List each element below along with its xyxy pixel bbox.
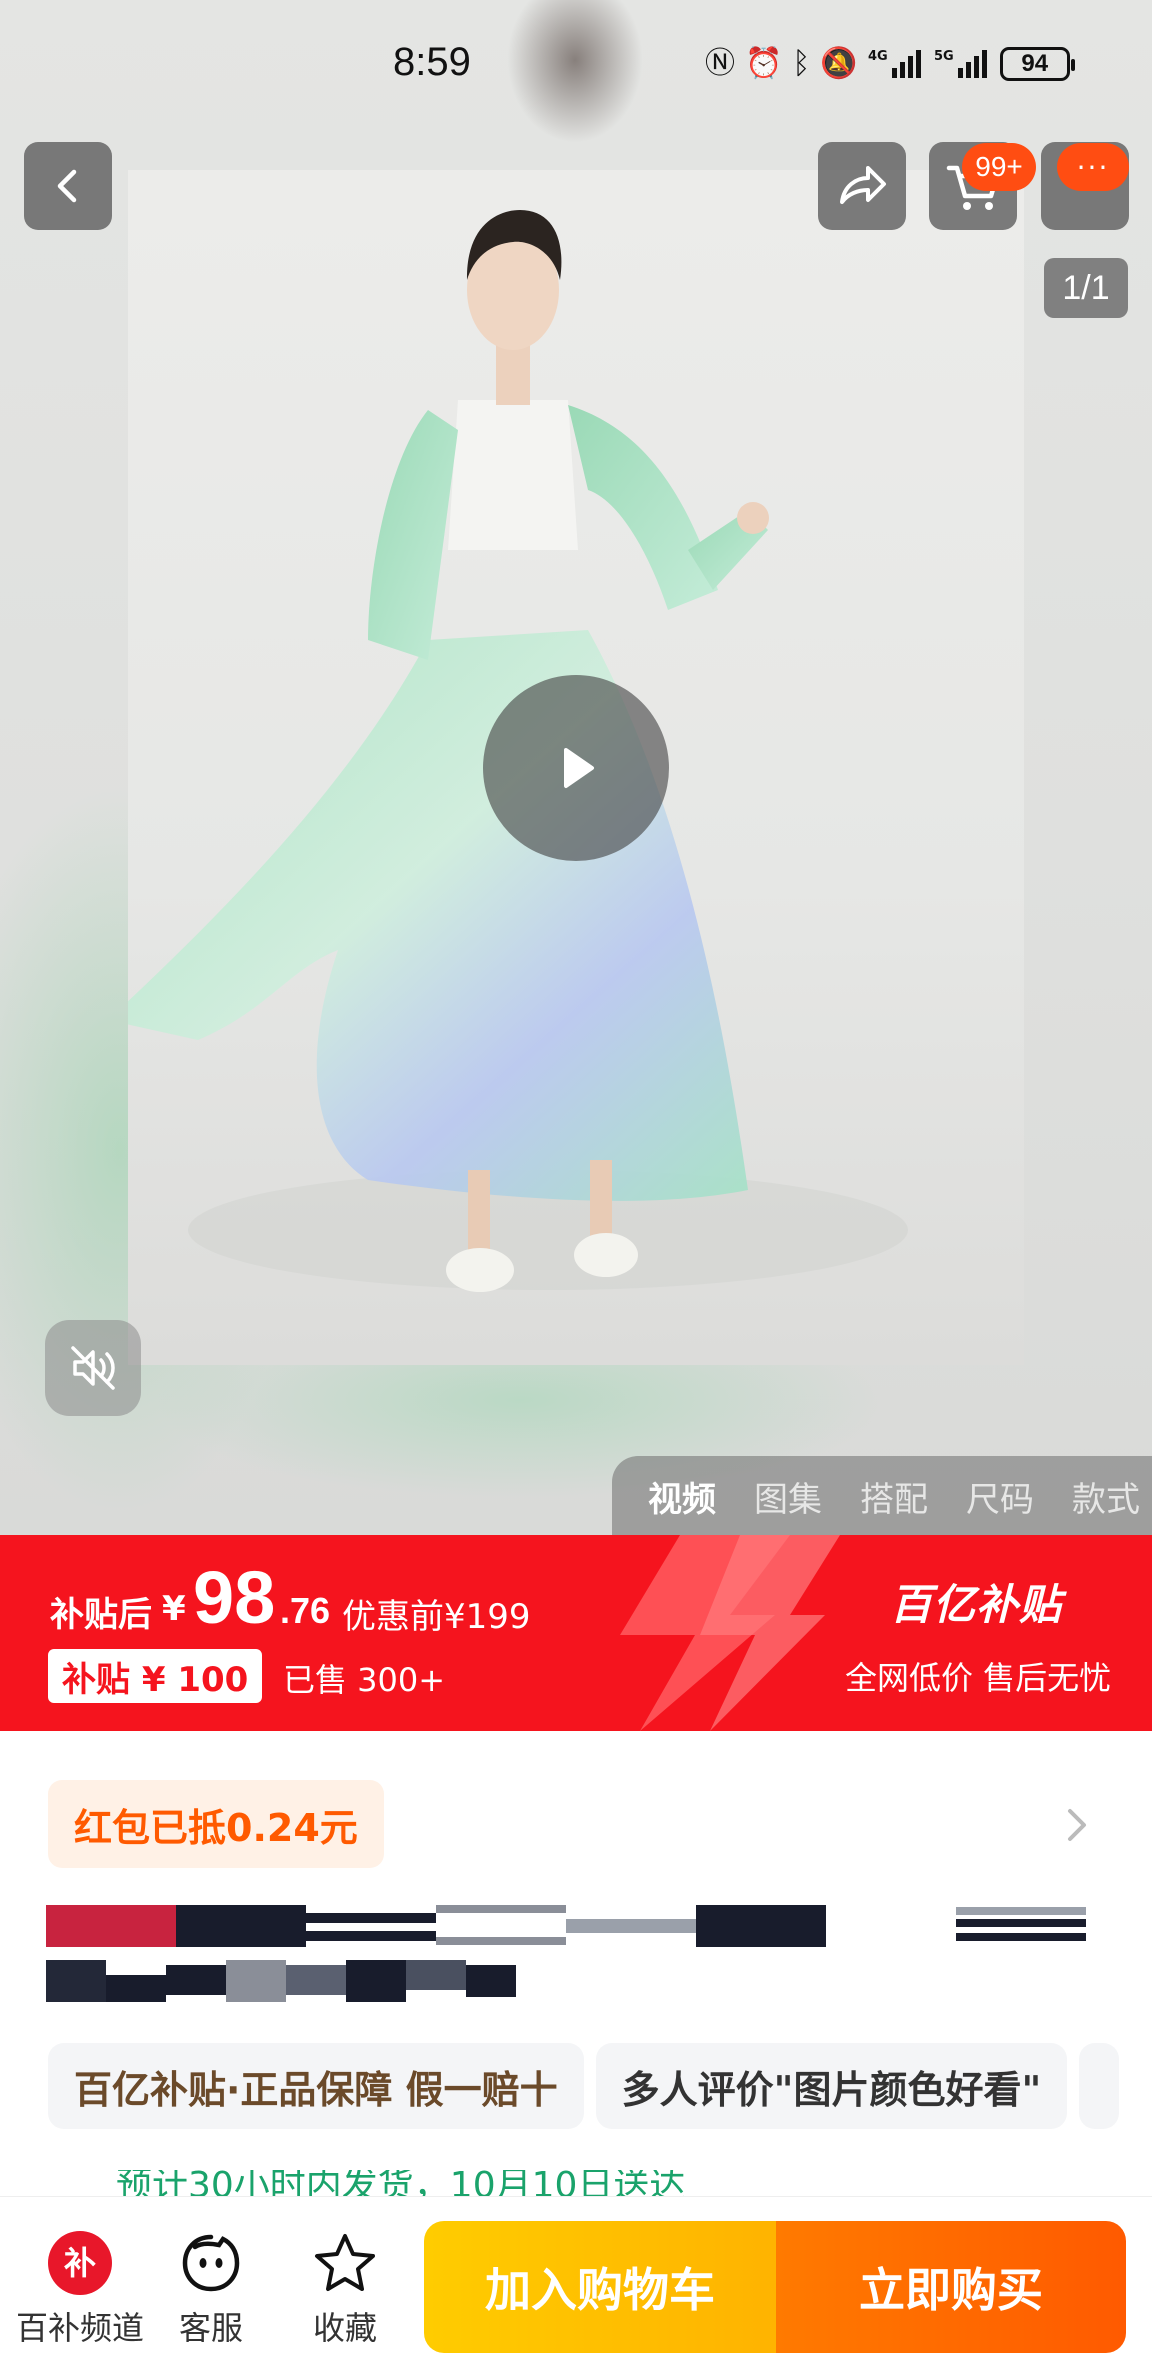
more-badge: ··· [1057,143,1129,191]
coupon-applied-badge[interactable]: 红包已抵0.24元 [48,1780,384,1868]
svg-text:4G: 4G [868,49,888,64]
lightning-bolt-graphic [620,1535,840,1731]
subsidy-channel-button[interactable]: 补 百补频道 [10,2227,150,2349]
subsidy-slogan: 全网低价 售后无忧 [845,1659,1112,1697]
redacted-product-title [46,1905,1086,2002]
nfc-icon: Ⓝ [705,46,735,81]
status-icons: Ⓝ ⏰ ᛒ 🔕 4G 5G 94 [705,44,1075,84]
tab-gallery[interactable]: 图集 [754,1472,822,1521]
chevron-right-icon[interactable] [1062,1805,1092,1845]
service-label: 客服 [178,2309,243,2347]
tag-authentic-guarantee[interactable]: 百亿补贴·正品保障 假一赔十 [48,2043,584,2129]
tab-outfit[interactable]: 搭配 [860,1472,928,1521]
mute-bell-icon: 🔕 [820,46,858,81]
price-banner: 补贴后 ¥ 98 .76 优惠前¥199 补贴 ¥ 100 已售 300+ 百亿… [0,1535,1152,1731]
share-icon [840,166,886,204]
cart-count-badge: 99+ [962,143,1036,191]
chevron-left-icon [57,169,77,203]
status-bar: 8:59 Ⓝ ⏰ ᛒ 🔕 4G 5G 94 [0,0,1152,130]
channel-label: 百补频道 [15,2309,144,2347]
add-to-cart-button[interactable]: 加入购物车 [424,2221,776,2353]
speaker-muted-icon [71,1346,115,1390]
signal-4g-icon: 4G [868,49,921,78]
star-icon [315,2234,375,2291]
tab-size[interactable]: 尺码 [966,1472,1034,1521]
image-page-counter: 1/1 [1044,258,1128,318]
subsidy-channel-icon: 补 [48,2231,112,2295]
price-label: 补贴后 [50,1595,152,1635]
bottom-action-bar: 补 百补频道 客服 收藏 加入购物车 立即购买 [0,2196,1152,2376]
share-button[interactable] [818,142,906,230]
price-decimal: .76 [280,1590,331,1631]
buy-now-button[interactable]: 立即购买 [776,2221,1126,2353]
signal-5g-icon: 5G [934,49,987,78]
subsidy-badge: 补贴 ¥ 100 [48,1649,263,1703]
favorite-button[interactable]: 收藏 [275,2227,415,2349]
subsidy-brand-logo: 百亿补贴 [890,1580,1063,1629]
svg-text:5G: 5G [934,49,954,64]
price-integer: 98 [193,1556,276,1639]
tag-overflow[interactable] [1079,2043,1120,2129]
price-currency: ¥ [162,1589,186,1629]
battery-indicator: 94 [999,47,1075,81]
status-time: 8:59 [393,40,471,84]
favorite-label: 收藏 [312,2309,377,2347]
product-tags: 百亿补贴·正品保障 假一赔十 多人评价"图片颜色好看" [48,2043,1120,2129]
product-media[interactable]: 8:59 Ⓝ ⏰ ᛒ 🔕 4G 5G 94 99+ ··· 1/1 视频 图集 … [0,0,1152,1535]
tab-video[interactable]: 视频 [648,1472,716,1521]
back-button[interactable] [24,142,112,230]
media-tabs: 视频 图集 搭配 尺码 款式 [612,1456,1152,1535]
tag-review-highlight[interactable]: 多人评价"图片颜色好看" [595,2043,1068,2129]
tab-style[interactable]: 款式 [1072,1472,1140,1521]
original-price: 优惠前¥199 [342,1597,531,1637]
play-video-button[interactable] [483,675,669,861]
play-icon [564,748,594,788]
customer-service-button[interactable]: 客服 [141,2227,281,2349]
customer-service-icon [182,2234,240,2292]
channel-icon-char: 补 [64,2244,96,2282]
alarm-icon: ⏰ [745,46,783,81]
mute-button[interactable] [45,1320,141,1416]
sold-count: 已售 300+ [283,1661,446,1699]
bluetooth-icon: ᛒ [792,46,811,81]
